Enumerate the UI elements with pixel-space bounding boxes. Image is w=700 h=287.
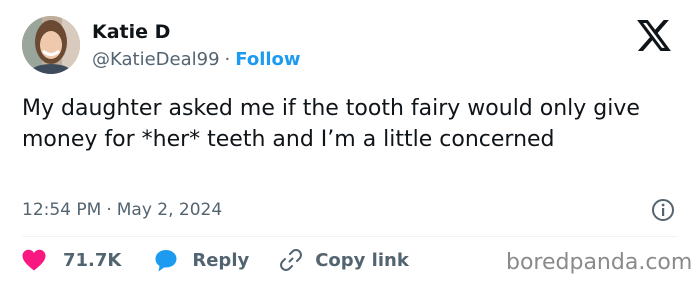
heart-icon bbox=[22, 249, 46, 271]
timestamp-separator: · bbox=[106, 200, 112, 220]
reply-button[interactable]: Reply bbox=[154, 248, 249, 272]
reply-label: Reply bbox=[192, 249, 250, 271]
follow-button[interactable]: Follow bbox=[235, 49, 300, 70]
tweet-date: May 2, 2024 bbox=[116, 200, 223, 220]
handle-row: @KatieDeal99 · Follow bbox=[92, 48, 301, 72]
tweet-text: My daughter asked me if the tooth fairy … bbox=[22, 96, 640, 152]
tweet-time: 12:54 PM bbox=[22, 200, 102, 220]
tweet-actions: 71.7K Reply Copy link bbox=[22, 246, 409, 274]
like-count: 71.7K bbox=[63, 249, 122, 271]
watermark: boredpanda.com bbox=[506, 250, 693, 275]
display-name[interactable]: Katie D bbox=[92, 20, 170, 44]
divider bbox=[22, 236, 677, 237]
copy-link-button[interactable]: Copy link bbox=[279, 248, 409, 272]
copy-link-label: Copy link bbox=[315, 249, 409, 271]
x-logo-icon[interactable] bbox=[637, 20, 671, 51]
tweet-card: Katie D @KatieDeal99 · Follow My daughter … bbox=[0, 0, 700, 287]
info-icon[interactable] bbox=[651, 198, 675, 222]
user-handle[interactable]: @KatieDeal99 bbox=[92, 49, 220, 70]
separator-dot: · bbox=[224, 49, 231, 70]
avatar[interactable] bbox=[22, 16, 80, 74]
like-button[interactable]: 71.7K bbox=[22, 249, 121, 271]
tweet-timestamp[interactable]: 12:54 PM · May 2, 2024 bbox=[22, 198, 222, 222]
speech-bubble-icon bbox=[155, 250, 177, 272]
link-icon bbox=[280, 249, 303, 271]
